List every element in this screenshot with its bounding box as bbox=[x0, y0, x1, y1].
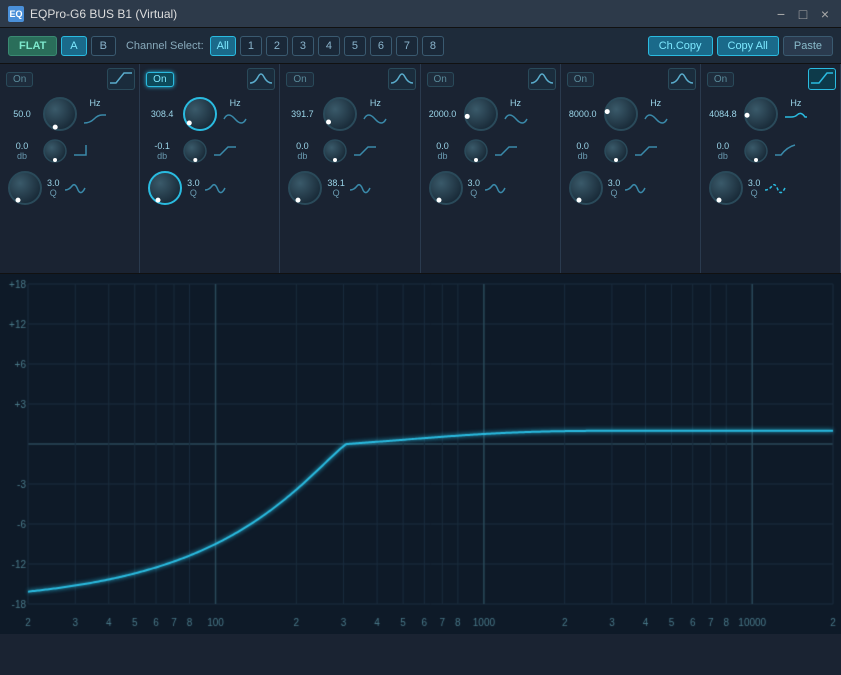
band-db-knob-3[interactable] bbox=[321, 137, 349, 165]
band-shape-button-3[interactable] bbox=[388, 68, 416, 90]
band-shape-button-6[interactable] bbox=[808, 68, 836, 90]
band-db-value-2: -0.1 bbox=[146, 141, 178, 151]
band-q-knob-6[interactable] bbox=[707, 169, 745, 207]
band-freq-value-3: 391.7 bbox=[286, 109, 318, 119]
minimize-button[interactable]: − bbox=[773, 6, 789, 22]
band-db-unit-4: db bbox=[427, 151, 459, 161]
band-q-label-1: Q bbox=[47, 188, 60, 198]
band-q-knob-2[interactable] bbox=[146, 169, 184, 207]
close-button[interactable]: × bbox=[817, 6, 833, 22]
band-freq-knob-3[interactable] bbox=[321, 95, 359, 133]
band-freq-knob-5[interactable] bbox=[602, 95, 640, 133]
band-db-unit-2: db bbox=[146, 151, 178, 161]
band-q-knob-5[interactable] bbox=[567, 169, 605, 207]
band-q-value-1: 3.0 bbox=[47, 178, 60, 188]
band-freq-value-1: 50.0 bbox=[6, 109, 38, 119]
eq-curve-canvas bbox=[0, 274, 841, 634]
paste-button[interactable]: Paste bbox=[783, 36, 833, 56]
band-on-button-6[interactable]: On bbox=[707, 72, 734, 87]
band-db-value-6: 0.0 bbox=[707, 141, 739, 151]
eq-graph bbox=[0, 274, 841, 634]
band-q-knob-3[interactable] bbox=[286, 169, 324, 207]
band-q-label-4: Q bbox=[468, 188, 481, 198]
channel-all-button[interactable]: All bbox=[210, 36, 236, 56]
band-db-unit-3: db bbox=[286, 151, 318, 161]
channel-1-button[interactable]: 1 bbox=[240, 36, 262, 56]
band-freq-unit-6: Hz bbox=[783, 98, 809, 108]
band-db-value-5: 0.0 bbox=[567, 141, 599, 151]
band-q-value-3: 38.1 bbox=[327, 178, 345, 188]
eq-band-3: On 391.7 Hz bbox=[280, 64, 420, 273]
band-db-knob-2[interactable] bbox=[181, 137, 209, 165]
flat-button[interactable]: FLAT bbox=[8, 36, 57, 56]
channel-3-button[interactable]: 3 bbox=[292, 36, 314, 56]
band-freq-value-2: 308.4 bbox=[146, 109, 178, 119]
band-db-knob-1[interactable] bbox=[41, 137, 69, 165]
band-on-button-4[interactable]: On bbox=[427, 72, 454, 87]
band-db-knob-6[interactable] bbox=[742, 137, 770, 165]
band-q-label-5: Q bbox=[608, 188, 621, 198]
band-on-button-5[interactable]: On bbox=[567, 72, 594, 87]
band-shape-button-2[interactable] bbox=[247, 68, 275, 90]
band-db-value-4: 0.0 bbox=[427, 141, 459, 151]
eq-band-2: On 308.4 Hz bbox=[140, 64, 280, 273]
band-freq-unit-2: Hz bbox=[222, 98, 248, 108]
band-freq-unit-4: Hz bbox=[503, 98, 529, 108]
band-freq-knob-4[interactable] bbox=[462, 95, 500, 133]
band-q-value-5: 3.0 bbox=[608, 178, 621, 188]
band-freq-knob-2[interactable] bbox=[181, 95, 219, 133]
band-db-unit-6: db bbox=[707, 151, 739, 161]
band-freq-unit-5: Hz bbox=[643, 98, 669, 108]
eq-band-4: On 2000.0 Hz bbox=[421, 64, 561, 273]
channel-7-button[interactable]: 7 bbox=[396, 36, 418, 56]
channel-select-label: Channel Select: bbox=[126, 40, 204, 52]
copy-all-button[interactable]: Copy All bbox=[717, 36, 779, 56]
band-freq-knob-1[interactable] bbox=[41, 95, 79, 133]
band-freq-unit-1: Hz bbox=[82, 98, 108, 108]
title-bar: EQ EQPro-G6 BUS B1 (Virtual) − □ × bbox=[0, 0, 841, 28]
top-bar: FLAT A B Channel Select: All 1 2 3 4 5 6… bbox=[0, 28, 841, 64]
eq-bands-panel: On 50.0 Hz bbox=[0, 64, 841, 274]
channel-2-button[interactable]: 2 bbox=[266, 36, 288, 56]
band-db-unit-1: db bbox=[6, 151, 38, 161]
band-freq-value-4: 2000.0 bbox=[427, 109, 459, 119]
band-q-value-2: 3.0 bbox=[187, 178, 200, 188]
eq-band-6: On 4084.8 Hz bbox=[701, 64, 841, 273]
band-on-button-3[interactable]: On bbox=[286, 72, 313, 87]
maximize-button[interactable]: □ bbox=[795, 6, 811, 22]
band-db-unit-5: db bbox=[567, 151, 599, 161]
ch-copy-button[interactable]: Ch.Copy bbox=[648, 36, 713, 56]
band-db-value-1: 0.0 bbox=[6, 141, 38, 151]
band-freq-value-6: 4084.8 bbox=[707, 109, 739, 119]
band-freq-unit-3: Hz bbox=[362, 98, 388, 108]
band-q-label-3: Q bbox=[327, 188, 345, 198]
channel-6-button[interactable]: 6 bbox=[370, 36, 392, 56]
eq-band-5: On 8000.0 Hz bbox=[561, 64, 701, 273]
band-q-label-2: Q bbox=[187, 188, 200, 198]
band-on-button-1[interactable]: On bbox=[6, 72, 33, 87]
app-icon: EQ bbox=[8, 6, 24, 22]
band-q-value-6: 3.0 bbox=[748, 178, 761, 188]
band-q-label-6: Q bbox=[748, 188, 761, 198]
band-freq-knob-6[interactable] bbox=[742, 95, 780, 133]
window-controls: − □ × bbox=[773, 6, 833, 22]
band-q-knob-4[interactable] bbox=[427, 169, 465, 207]
band-q-knob-1[interactable] bbox=[6, 169, 44, 207]
channel-5-button[interactable]: 5 bbox=[344, 36, 366, 56]
eq-band-1: On 50.0 Hz bbox=[0, 64, 140, 273]
channel-4-button[interactable]: 4 bbox=[318, 36, 340, 56]
band-shape-button-4[interactable] bbox=[528, 68, 556, 90]
window-title: EQPro-G6 BUS B1 (Virtual) bbox=[30, 7, 773, 21]
band-shape-button-1[interactable] bbox=[107, 68, 135, 90]
channel-8-button[interactable]: 8 bbox=[422, 36, 444, 56]
channel-b-button[interactable]: B bbox=[91, 36, 116, 56]
band-db-knob-4[interactable] bbox=[462, 137, 490, 165]
band-shape-button-5[interactable] bbox=[668, 68, 696, 90]
band-db-knob-5[interactable] bbox=[602, 137, 630, 165]
band-freq-value-5: 8000.0 bbox=[567, 109, 599, 119]
band-q-value-4: 3.0 bbox=[468, 178, 481, 188]
channel-a-button[interactable]: A bbox=[61, 36, 86, 56]
band-on-button-2[interactable]: On bbox=[146, 72, 173, 87]
band-db-value-3: 0.0 bbox=[286, 141, 318, 151]
